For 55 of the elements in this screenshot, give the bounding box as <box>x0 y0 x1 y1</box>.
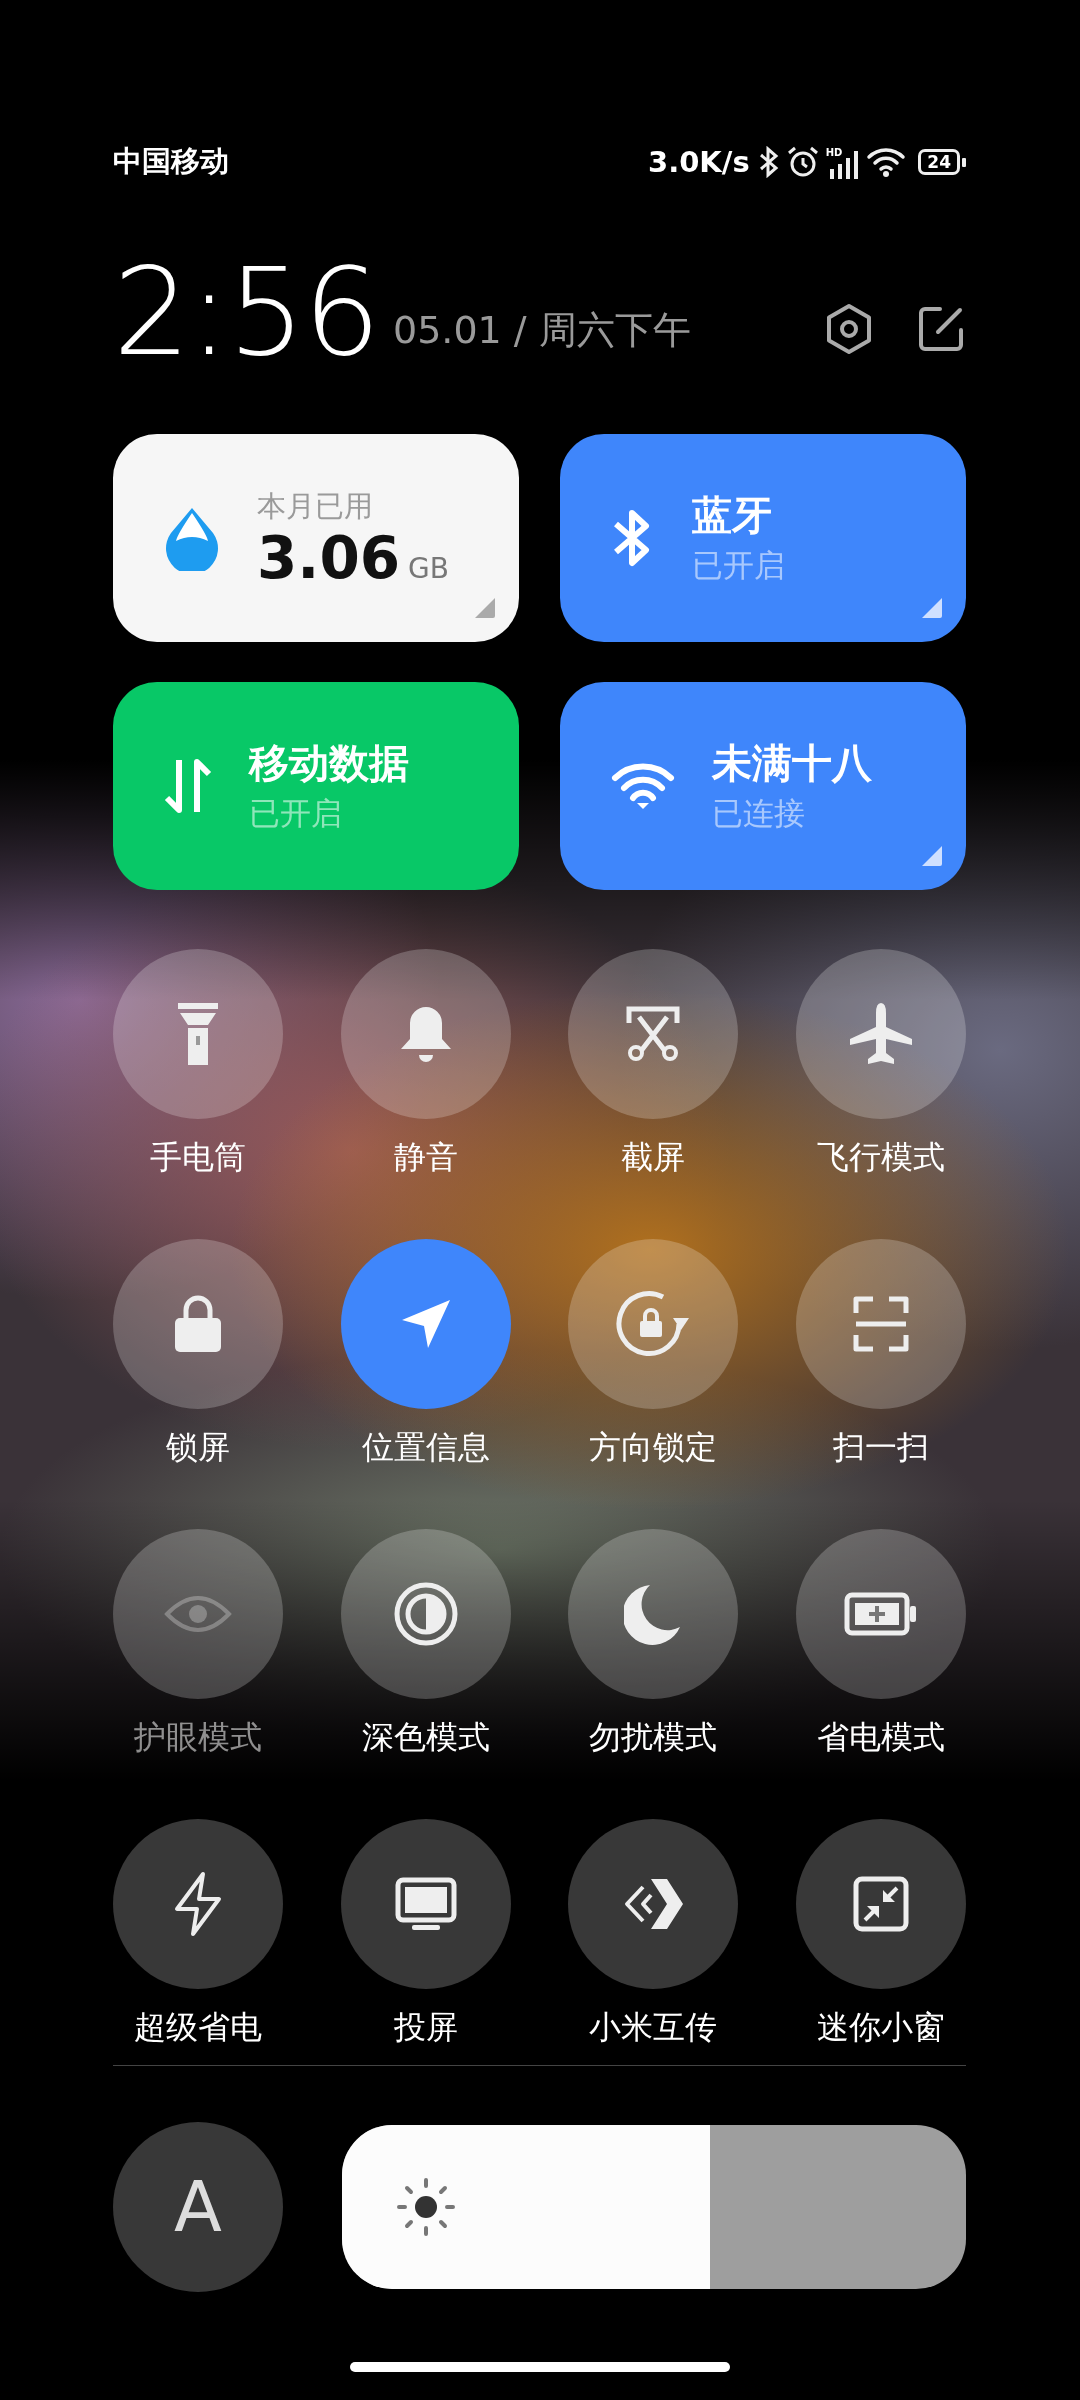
contrast-icon <box>392 1581 459 1647</box>
lock-icon <box>173 1294 223 1354</box>
date-text: 05.01 / 周六下午 <box>392 307 691 354</box>
edit-icon[interactable] <box>916 304 966 354</box>
brightness-slider[interactable] <box>342 2125 966 2289</box>
toggle-label: 小米互传 <box>589 2007 718 2047</box>
usage-label: 本月已用 <box>257 488 374 525</box>
usage-unit: GB <box>408 552 449 585</box>
battery-indicator: 24 <box>918 149 966 175</box>
quick-tile[interactable]: 蓝牙 已开启 <box>560 434 966 642</box>
scan-icon <box>852 1296 909 1352</box>
toggle-label: 飞行模式 <box>816 1137 945 1177</box>
tile-status: 已连接 <box>712 794 806 833</box>
quick-tile[interactable]: 本月已用 3.06 GB <box>113 434 519 642</box>
toggle-label: 迷你小窗 <box>816 2007 945 2047</box>
tile-title: 蓝牙 <box>692 491 773 540</box>
toggle-label: 锁屏 <box>166 1427 230 1467</box>
scissors-icon <box>625 1005 682 1063</box>
wifi-icon <box>866 147 907 177</box>
quick-tile[interactable]: 移动数据 已开启 <box>113 682 519 890</box>
battery-plus-icon <box>843 1592 918 1636</box>
carrier-name: 中国移动 <box>113 143 229 180</box>
toggle-label: 超级省电 <box>134 2007 262 2047</box>
bluetooth-icon <box>757 146 780 178</box>
toggle-label: 方向锁定 <box>589 1427 718 1467</box>
airplane-icon <box>847 1001 914 1067</box>
sun-icon <box>396 2177 456 2237</box>
toggle-label: 护眼模式 <box>134 1717 262 1757</box>
toggle-label: 扫一扫 <box>832 1427 929 1467</box>
toggle-label: 位置信息 <box>361 1427 490 1467</box>
tile-title: 移动数据 <box>249 739 409 788</box>
toggle-label: 省电模式 <box>816 1717 945 1757</box>
usage-value: 3.06 <box>257 526 401 590</box>
quick-tile[interactable]: 未满十八 已连接 <box>560 682 966 890</box>
hd-label: HD <box>825 147 843 158</box>
tile-status: 已开启 <box>249 794 343 833</box>
toggle-label: 深色模式 <box>361 1717 490 1757</box>
wifi-icon <box>610 761 676 811</box>
monitor-icon <box>394 1877 457 1931</box>
clock-time: 2:56 <box>113 256 379 368</box>
network-speed: 3.0K/s <box>647 145 750 179</box>
toggle-label: 手电筒 <box>150 1137 246 1177</box>
toggle-label: 勿扰模式 <box>589 1717 718 1757</box>
toggle-label: 投屏 <box>393 2007 458 2047</box>
shrink-window-icon <box>852 1876 909 1932</box>
moon-icon <box>624 1583 683 1645</box>
lightning-icon <box>173 1871 223 1937</box>
tile-status: 已开启 <box>692 546 785 585</box>
toggle-label: 截屏 <box>621 1137 686 1177</box>
alarm-icon <box>785 145 820 179</box>
toggle-label: 静音 <box>393 1137 458 1177</box>
flashlight-icon <box>176 1001 220 1067</box>
tile-title: 未满十八 <box>712 739 872 788</box>
auto-brightness-button[interactable]: A <box>113 2122 283 2292</box>
transfer-arrows-icon <box>163 756 213 816</box>
